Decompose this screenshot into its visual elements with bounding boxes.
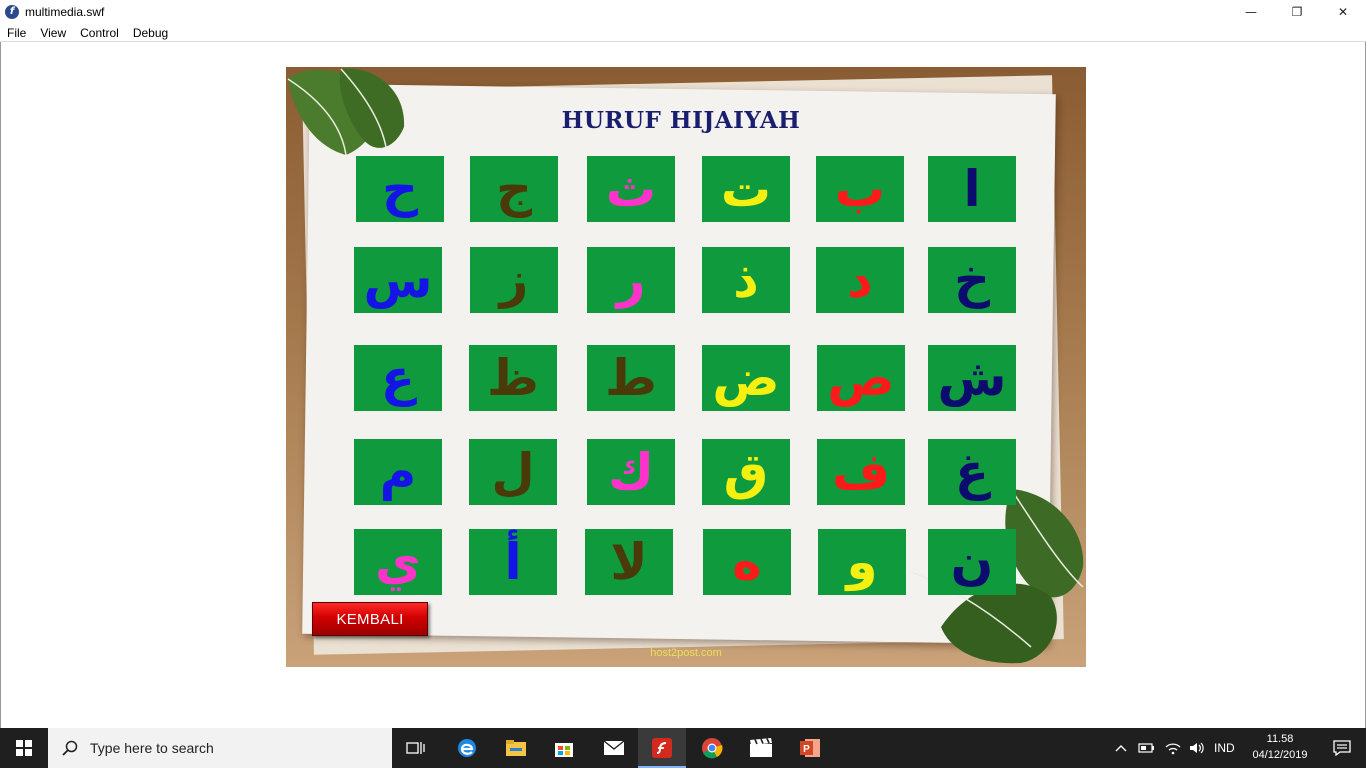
chrome-icon[interactable]: [688, 728, 736, 768]
letter-tile[interactable]: لا: [585, 529, 673, 595]
svg-text:P: P: [803, 744, 810, 755]
flash-stage: HURUF HIJAIYAH حجثتبا سزرذدخ عظطضصش ملكقفغ ي…: [286, 67, 1086, 667]
letter-tile[interactable]: ي: [354, 529, 442, 595]
file-explorer-icon[interactable]: [492, 728, 540, 768]
letter-tile[interactable]: ط: [587, 345, 675, 411]
letter-tile[interactable]: أ: [469, 529, 557, 595]
letter-tile[interactable]: ظ: [469, 345, 557, 411]
letter-tile[interactable]: ض: [702, 345, 790, 411]
letter-tile[interactable]: ح: [356, 156, 444, 222]
powerpoint-icon[interactable]: P: [786, 728, 834, 768]
letter-tile[interactable]: غ: [928, 439, 1016, 505]
menu-control[interactable]: Control: [73, 26, 126, 40]
flash-app-icon: f: [5, 5, 19, 19]
battery-icon[interactable]: [1138, 742, 1156, 754]
letter-tile[interactable]: ذ: [702, 247, 790, 313]
letter-tile[interactable]: م: [354, 439, 442, 505]
letter-tile[interactable]: ا: [928, 156, 1016, 222]
taskbar: Type here to search P IND 11.58 04/12/20…: [0, 728, 1366, 768]
search-placeholder: Type here to search: [90, 740, 214, 756]
page-title: HURUF HIJAIYAH: [561, 107, 801, 134]
letter-tile[interactable]: ع: [354, 345, 442, 411]
menu-view[interactable]: View: [33, 26, 73, 40]
restore-button[interactable]: ❐: [1274, 0, 1320, 24]
letter-tile[interactable]: ل: [469, 439, 557, 505]
menu-debug[interactable]: Debug: [126, 26, 175, 40]
letter-tile[interactable]: ك: [587, 439, 675, 505]
chevron-up-icon[interactable]: [1114, 742, 1128, 754]
language-indicator[interactable]: IND: [1214, 741, 1235, 755]
edge-icon[interactable]: [443, 728, 491, 768]
letter-tile[interactable]: س: [354, 247, 442, 313]
leaf-decoration-top-icon: [287, 68, 405, 156]
letter-tile[interactable]: ن: [928, 529, 1016, 595]
taskbar-search-box[interactable]: Type here to search: [48, 728, 392, 768]
close-button[interactable]: ✕: [1320, 0, 1366, 24]
clock-time: 11.58: [1266, 733, 1294, 745]
letter-tile[interactable]: ت: [702, 156, 790, 222]
menu-bar: File View Control Debug: [0, 24, 1366, 42]
letter-tile[interactable]: ج: [470, 156, 558, 222]
windows-logo-icon: [16, 740, 32, 756]
letter-tile[interactable]: ص: [817, 345, 905, 411]
letter-tile[interactable]: خ: [928, 247, 1016, 313]
system-tray: IND: [1114, 728, 1235, 768]
clock-date: 04/12/2019: [1252, 749, 1308, 761]
letter-tile[interactable]: ف: [817, 439, 905, 505]
letter-tile[interactable]: ش: [928, 345, 1016, 411]
start-button[interactable]: [0, 728, 48, 768]
letter-tile[interactable]: ث: [587, 156, 675, 222]
window-titlebar: f multimedia.swf — ❐ ✕: [0, 0, 1366, 24]
letter-tile[interactable]: ب: [816, 156, 904, 222]
taskbar-clock[interactable]: 11.58 04/12/2019: [1246, 731, 1314, 763]
menu-file[interactable]: File: [0, 26, 33, 40]
task-view-icon[interactable]: [392, 728, 440, 768]
letter-tile[interactable]: ق: [702, 439, 790, 505]
flash-player-icon[interactable]: [638, 728, 686, 768]
store-icon[interactable]: [540, 728, 588, 768]
speaker-icon[interactable]: [1188, 741, 1206, 755]
wifi-icon[interactable]: [1164, 741, 1182, 755]
letter-tile[interactable]: و: [818, 529, 906, 595]
search-icon: [62, 740, 78, 756]
window-title: multimedia.swf: [25, 5, 105, 19]
watermark-text: host2post.com: [650, 647, 722, 659]
letter-tile[interactable]: د: [816, 247, 904, 313]
action-center-icon[interactable]: [1318, 728, 1366, 768]
mail-icon[interactable]: [590, 728, 638, 768]
letter-tile[interactable]: ز: [470, 247, 558, 313]
movie-maker-icon[interactable]: [737, 728, 785, 768]
letter-tile[interactable]: ر: [587, 247, 675, 313]
kembali-button[interactable]: KEMBALI: [312, 602, 428, 636]
minimize-button[interactable]: —: [1228, 0, 1274, 24]
window-controls: — ❐ ✕: [1228, 0, 1366, 24]
letter-tile[interactable]: ه: [703, 529, 791, 595]
